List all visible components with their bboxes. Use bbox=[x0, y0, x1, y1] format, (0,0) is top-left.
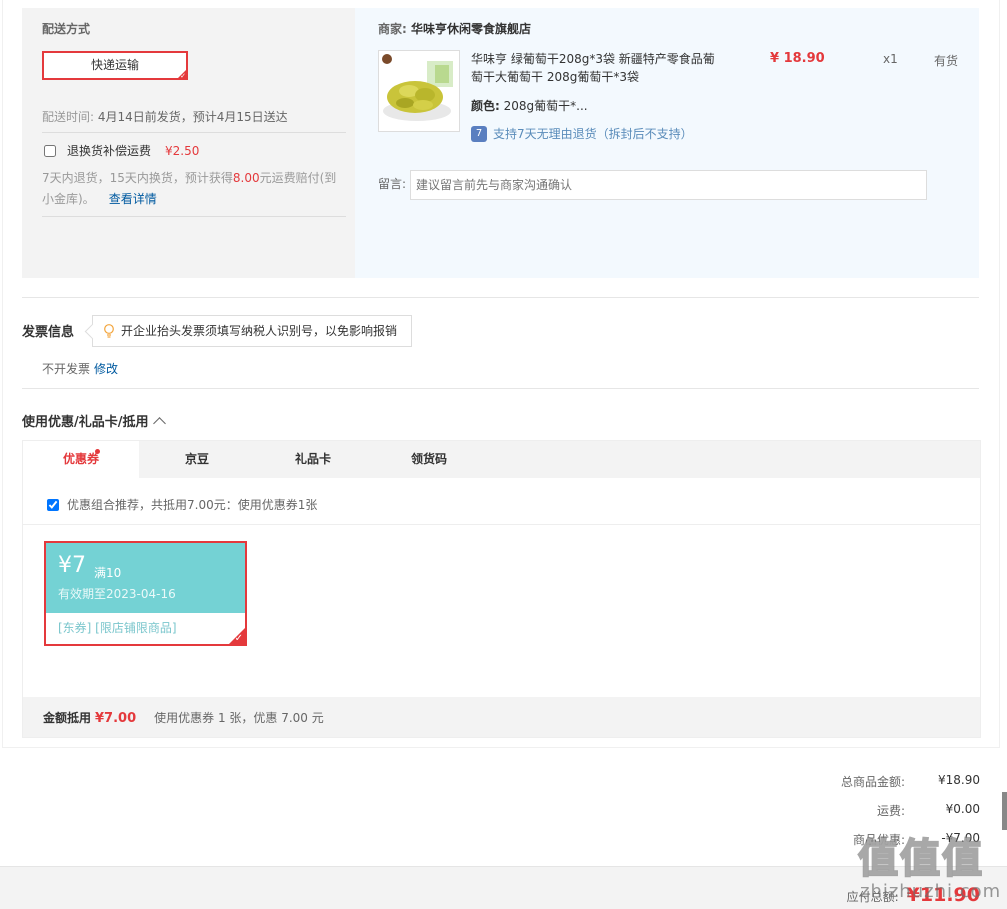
check-icon: ✓ bbox=[180, 72, 186, 80]
divider bbox=[42, 132, 346, 133]
shipping-time: 配送时间: 4月14日前发货，预计4月15日送达 bbox=[42, 108, 288, 125]
total-goods-value: ¥18.90 bbox=[938, 773, 980, 787]
message-input[interactable] bbox=[410, 170, 927, 200]
return-insurance-desc: 7天内退货，15天内换货，预计获得8.00元运费赔付(到小金库)。 查看详情 bbox=[42, 168, 346, 210]
color-value: 208g葡萄干*... bbox=[503, 99, 588, 113]
desc-part-a: 7天内退货，15天内换货，预计获得 bbox=[42, 171, 233, 185]
tab-giftcard-label: 礼品卡 bbox=[294, 452, 331, 466]
tab-coupons[interactable]: 优惠券 bbox=[23, 441, 139, 478]
express-shipping-label: 快递运输 bbox=[90, 58, 139, 72]
coupon-amount: ¥7 bbox=[58, 553, 86, 578]
tab-pickup-code[interactable]: 领货码 bbox=[371, 441, 487, 478]
coupon-card[interactable]: ¥7 满10 有效期至2023-04-16 [东券] [限店铺限商品] ✓ bbox=[44, 541, 247, 646]
color-label: 颜色: bbox=[471, 99, 500, 113]
invoice-edit-link[interactable]: 修改 bbox=[94, 362, 118, 376]
divider bbox=[23, 524, 980, 525]
total-goods-label: 总商品金额: bbox=[840, 775, 905, 789]
product-image[interactable] bbox=[378, 50, 460, 132]
coupon-summary-note: 使用优惠券 1 张，优惠 7.00 元 bbox=[154, 711, 324, 725]
invoice-type: 不开发票 bbox=[42, 362, 91, 376]
coupon-expiry: 有效期至2023-04-16 bbox=[58, 587, 176, 601]
product-price: ¥ 18.90 bbox=[770, 51, 825, 66]
invoice-tip-text: 开企业抬头发票须填写纳税人识别号，以免影响报销 bbox=[121, 324, 398, 338]
divider bbox=[22, 297, 979, 298]
tab-coupons-label: 优惠券 bbox=[62, 452, 99, 466]
shipping-fee-label: 运费: bbox=[876, 804, 905, 818]
coupon-summary-label: 金额抵用 bbox=[43, 711, 92, 725]
coupon-card-top: ¥7 满10 有效期至2023-04-16 bbox=[46, 543, 245, 613]
coupon-section-toggle[interactable]: 使用优惠/礼品卡/抵用 bbox=[22, 411, 166, 430]
coupon-currency: ¥ bbox=[58, 553, 72, 578]
scrollbar-thumb[interactable] bbox=[1002, 792, 1007, 830]
lightbulb-icon bbox=[104, 324, 114, 338]
return-insurance-option[interactable]: 退换货补偿运费 ¥2.50 bbox=[44, 142, 199, 159]
invoice-title: 发票信息 bbox=[22, 325, 75, 340]
coupon-tags: [东券] [限店铺限商品] bbox=[58, 621, 177, 635]
seller-label: 商家: bbox=[378, 22, 407, 36]
tab-giftcard[interactable]: 礼品卡 bbox=[255, 441, 371, 478]
product-quantity: x1 bbox=[883, 52, 898, 66]
shipping-time-value: 4月14日前发货，预计4月15日送达 bbox=[97, 110, 288, 124]
desc-amount: 8.00 bbox=[232, 171, 260, 185]
goods-panel bbox=[355, 8, 979, 278]
combo-recommend-option[interactable]: 优惠组合推荐，共抵用7.00元：使用优惠券1张 bbox=[47, 496, 317, 513]
return-insurance-label: 退换货补偿运费 bbox=[67, 144, 152, 158]
return-insurance-price: ¥2.50 bbox=[165, 143, 200, 158]
tab-jingdou[interactable]: 京豆 bbox=[139, 441, 255, 478]
return-7day-icon: 7 bbox=[471, 125, 487, 142]
message-label: 留言: bbox=[378, 177, 407, 191]
combo-recommend-checkbox[interactable] bbox=[47, 498, 59, 511]
watermark-glyphs: 值值值 bbox=[857, 835, 984, 883]
shipping-fee-row: 运费: ¥0.00 bbox=[785, 802, 980, 819]
seller-name[interactable]: 华味亨休闲零食旗舰店 bbox=[411, 22, 531, 36]
divider bbox=[42, 216, 346, 217]
watermark-site: zhizhuzhi.com bbox=[860, 881, 1002, 902]
product-color: 颜色: 208g葡萄干*... bbox=[471, 97, 588, 114]
raisins-image bbox=[379, 51, 459, 131]
new-dot-icon bbox=[95, 449, 100, 454]
coupon-value: 7 bbox=[72, 553, 86, 578]
product-name[interactable]: 华味亨 绿葡萄干208g*3袋 新疆特产零食品葡萄干大葡萄干 208g葡萄干*3… bbox=[471, 50, 721, 86]
coupon-summary-amount: ¥7.00 bbox=[95, 711, 137, 726]
express-shipping-button[interactable]: 快递运输 ✓ bbox=[42, 51, 188, 80]
shipping-fee-value: ¥0.00 bbox=[945, 802, 980, 816]
divider bbox=[22, 388, 979, 389]
coupon-condition: 满10 bbox=[94, 566, 122, 580]
chevron-up-icon bbox=[152, 416, 166, 430]
invoice-value: 不开发票 修改 bbox=[42, 360, 118, 377]
stock-status: 有货 bbox=[934, 54, 959, 68]
shipping-time-label: 配送时间: bbox=[42, 110, 95, 124]
coupon-section-title: 使用优惠/礼品卡/抵用 bbox=[22, 415, 149, 430]
watermark-logo: 值值值 zhizhuzhi.com bbox=[857, 826, 1007, 909]
return-policy-text: 支持7天无理由退货（拆封后不支持） bbox=[493, 127, 693, 141]
coupon-summary: 金额抵用 ¥7.00 使用优惠券 1 张，优惠 7.00 元 bbox=[43, 709, 324, 726]
view-details-link[interactable]: 查看详情 bbox=[109, 192, 157, 206]
tab-pickup-code-label: 领货码 bbox=[410, 452, 447, 466]
total-goods-row: 总商品金额: ¥18.90 bbox=[785, 773, 980, 790]
tab-jingdou-label: 京豆 bbox=[184, 452, 209, 466]
check-icon: ✓ bbox=[234, 633, 243, 644]
invoice-tip: 开企业抬头发票须填写纳税人识别号，以免影响报销 bbox=[92, 315, 412, 347]
return-insurance-checkbox[interactable] bbox=[44, 144, 56, 157]
return-policy: 7 支持7天无理由退货（拆封后不支持） bbox=[471, 125, 693, 142]
seller-info: 商家: 华味亨休闲零食旗舰店 bbox=[378, 20, 531, 37]
shipping-title: 配送方式 bbox=[42, 22, 91, 36]
combo-recommend-text: 优惠组合推荐，共抵用7.00元：使用优惠券1张 bbox=[67, 498, 318, 512]
